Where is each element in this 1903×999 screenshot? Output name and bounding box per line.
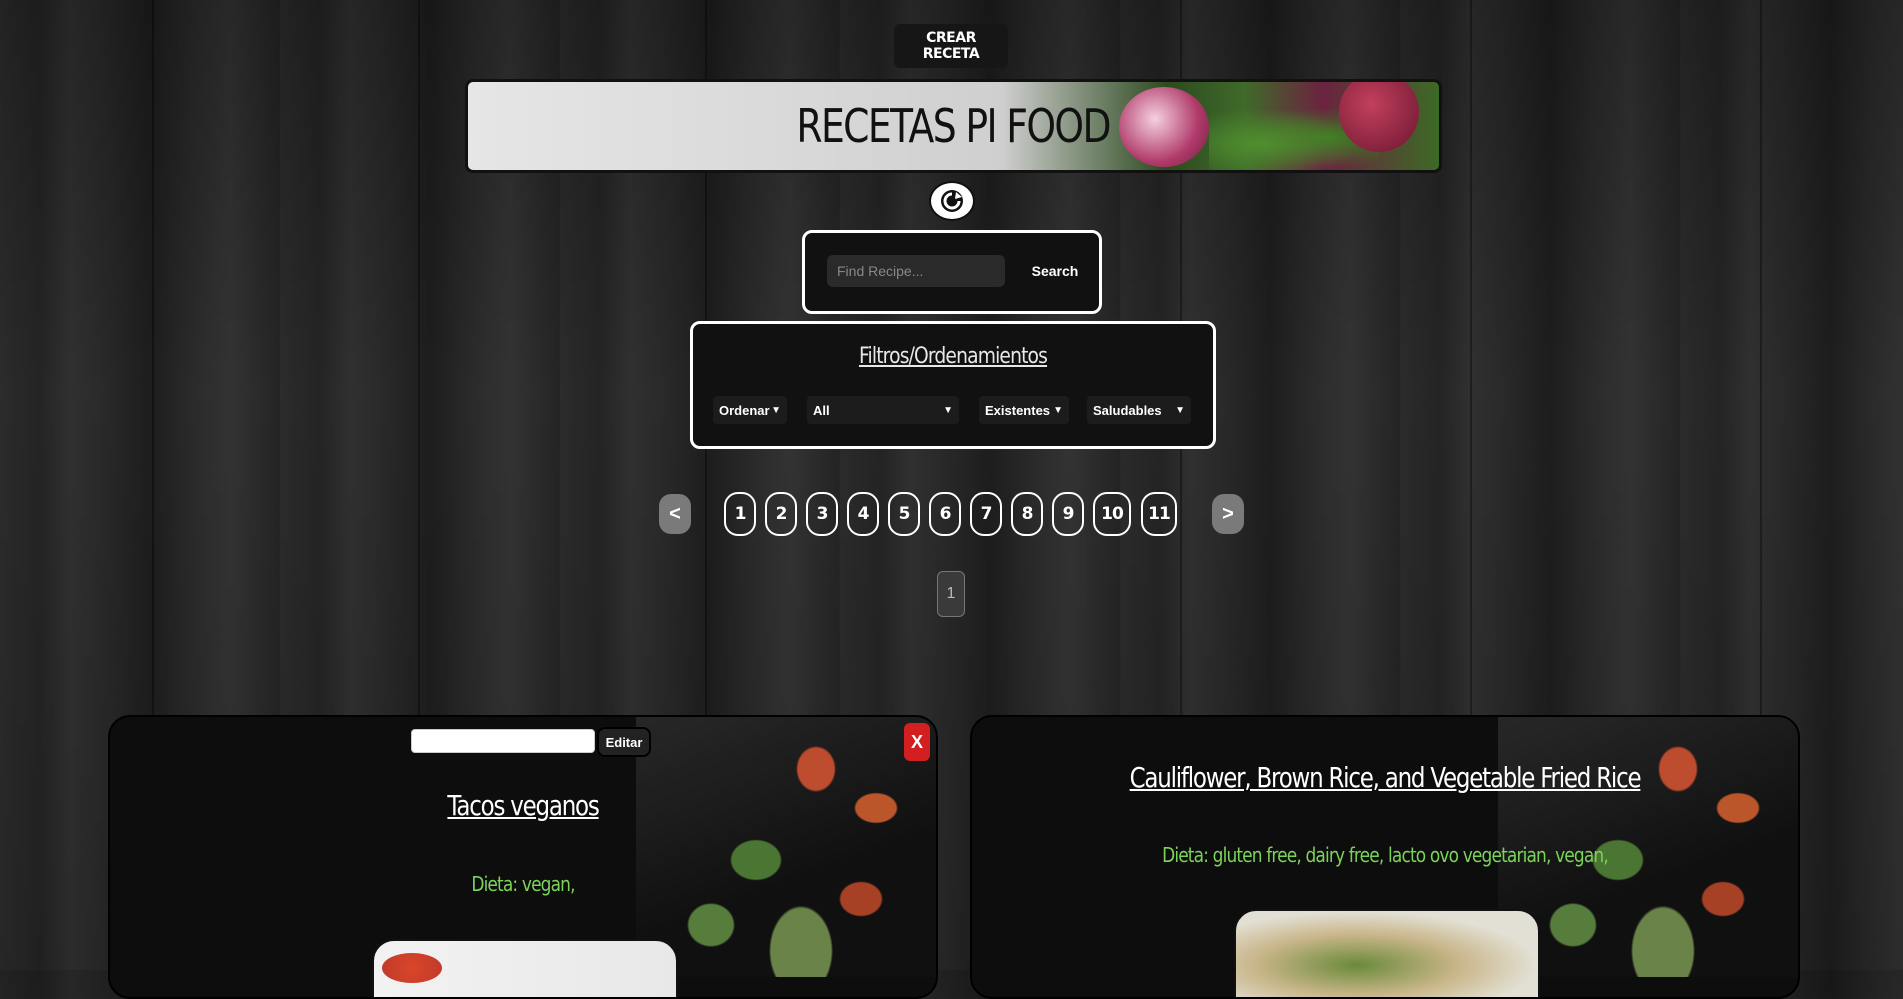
filters-title: Filtros/Ordenamientos (858, 344, 1048, 369)
create-recipe-button[interactable]: CREAR RECETA (894, 24, 1008, 68)
page-button[interactable]: 5 (888, 492, 920, 536)
chevron-down-icon: ▼ (943, 404, 953, 416)
recipe-card[interactable]: Editar X Tacos veganos Dieta: vegan, (108, 715, 938, 999)
recipe-title[interactable]: Tacos veganos (184, 789, 861, 822)
search-button[interactable]: Search (1023, 255, 1087, 287)
page-button[interactable]: 7 (970, 492, 1002, 536)
page-button[interactable]: 4 (847, 492, 879, 536)
filters-panel: Filtros/Ordenamientos Ordenar ▼ All ▼ Ex… (690, 321, 1216, 449)
page-button[interactable]: 11 (1141, 492, 1177, 536)
recipe-image (1234, 909, 1540, 997)
edit-title-input[interactable] (411, 729, 595, 753)
origin-select[interactable]: Existentes ▼ (979, 396, 1069, 424)
page-button[interactable]: 3 (806, 492, 838, 536)
page-button[interactable]: 2 (765, 492, 797, 536)
health-select-value: Saludables (1093, 402, 1162, 418)
card-background-image (636, 717, 936, 977)
page-title: RECETAS PI FOOD (796, 99, 1112, 153)
page-button[interactable]: 9 (1052, 492, 1084, 536)
page-button[interactable]: 6 (929, 492, 961, 536)
next-page-button[interactable]: > (1212, 494, 1244, 534)
refresh-button[interactable] (929, 181, 975, 221)
search-form: Search (802, 230, 1102, 314)
origin-select-value: Existentes (985, 402, 1051, 418)
diet-select-value: All (813, 402, 830, 418)
chevron-down-icon: ▼ (1053, 404, 1063, 416)
recipe-title[interactable]: Cauliflower, Brown Rice, and Vegetable F… (1046, 761, 1723, 794)
page-button[interactable]: 1 (724, 492, 756, 536)
page-button[interactable]: 8 (1011, 492, 1043, 536)
refresh-icon (941, 190, 963, 212)
pagination: < 1 2 3 4 5 6 7 8 9 10 11 > (0, 492, 1903, 538)
diet-select[interactable]: All ▼ (807, 396, 959, 424)
recipe-card[interactable]: Cauliflower, Brown Rice, and Vegetable F… (970, 715, 1800, 999)
delete-button[interactable]: X (904, 723, 930, 761)
recipe-diet: Dieta: vegan, (471, 872, 575, 896)
banner: RECETAS PI FOOD (465, 79, 1442, 173)
edit-button[interactable]: Editar (597, 727, 651, 757)
sort-select-value: Ordenar (719, 402, 770, 418)
health-select[interactable]: Saludables ▼ (1087, 396, 1191, 424)
prev-page-button[interactable]: < (659, 494, 691, 534)
sort-select[interactable]: Ordenar ▼ (713, 396, 787, 424)
search-input[interactable] (827, 255, 1005, 287)
current-page-indicator: 1 (937, 571, 965, 617)
page-button[interactable]: 10 (1093, 492, 1131, 536)
chevron-down-icon: ▼ (1175, 404, 1185, 416)
chevron-down-icon: ▼ (771, 404, 781, 416)
recipe-diet: Dieta: gluten free, dairy free, lacto ov… (1162, 843, 1609, 867)
recipe-image (372, 939, 678, 997)
